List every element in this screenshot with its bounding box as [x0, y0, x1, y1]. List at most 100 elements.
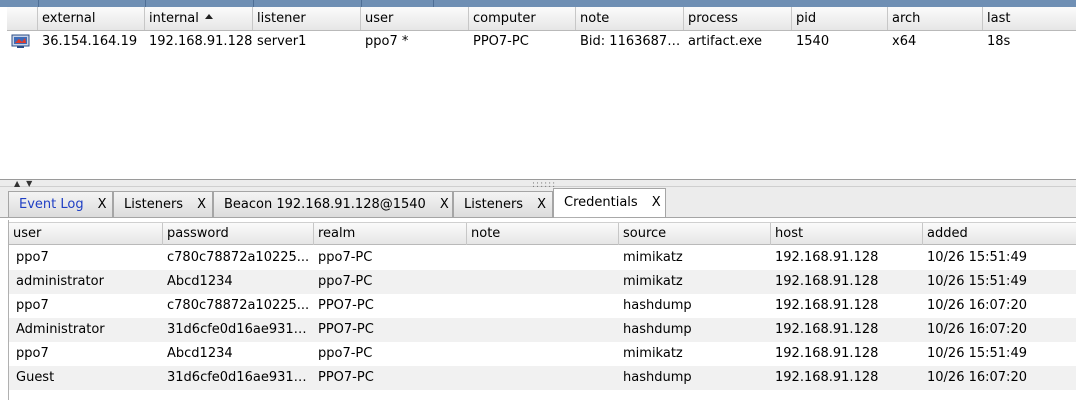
session-arch: x64 [892, 34, 917, 49]
column-header-icon[interactable] [7, 7, 38, 30]
credential-added: 10/26 16:07:20 [927, 370, 1027, 385]
credential-realm: PPO7-PC [318, 322, 374, 337]
credential-user: Guest [16, 370, 55, 385]
credential-realm: PPO7-PC [318, 370, 374, 385]
column-header-password[interactable]: password [163, 223, 314, 245]
sessions-table: external internal listener user computer… [7, 7, 1076, 179]
session-pid: 1540 [796, 34, 830, 49]
tab-event-log[interactable]: Event Log X [8, 191, 113, 217]
credential-source: mimikatz [623, 274, 683, 289]
credential-password: 31d6cfe0d16ae931b... [167, 322, 314, 337]
credential-note [467, 318, 619, 342]
credentials-table-header: user password realm note source host add… [9, 222, 1076, 245]
column-header-note[interactable]: note [467, 223, 619, 245]
tab-close-icon[interactable]: X [537, 197, 546, 212]
credential-added: 10/26 15:51:49 [927, 274, 1027, 289]
credential-password: Abcd1234 [167, 274, 233, 289]
credential-host: 192.168.91.128 [775, 274, 879, 289]
session-note: Bid: 1163687… [580, 34, 681, 49]
credential-note [467, 246, 619, 270]
credential-row[interactable]: ppo7 Abcd1234 ppo7-PC mimikatz 192.168.9… [9, 342, 1076, 366]
column-header-realm[interactable]: realm [314, 223, 467, 245]
credential-host: 192.168.91.128 [775, 298, 879, 313]
column-header-internal[interactable]: internal [145, 7, 253, 30]
column-header-process[interactable]: process [684, 7, 792, 30]
credential-added: 10/26 16:07:20 [927, 322, 1027, 337]
column-header-added[interactable]: added [923, 223, 1076, 245]
top-toolbar-strip [0, 0, 1076, 7]
tab-label: Listeners [464, 197, 524, 212]
sessions-table-header: external internal listener user computer… [7, 7, 1076, 31]
credential-note [467, 294, 619, 318]
credential-realm: ppo7-PC [318, 250, 373, 265]
session-process: artifact.exe [688, 34, 763, 49]
column-header-user[interactable]: user [361, 7, 469, 30]
column-header-arch[interactable]: arch [888, 7, 983, 30]
credential-password: 31d6cfe0d16ae931b... [167, 370, 314, 385]
tab-close-icon[interactable]: X [98, 197, 107, 212]
tab-beacon[interactable]: Beacon 192.168.91.128@1540 X [213, 191, 453, 217]
credential-source: hashdump [623, 370, 692, 385]
tab-baseline [0, 217, 1076, 218]
credential-source: mimikatz [623, 346, 683, 361]
credential-note [467, 366, 619, 390]
credential-host: 192.168.91.128 [775, 370, 879, 385]
tab-label: Listeners [124, 197, 184, 212]
column-header-user[interactable]: user [9, 223, 163, 245]
tab-label: Event Log [19, 197, 84, 212]
tab-close-icon[interactable]: X [440, 197, 449, 212]
beacon-session-icon [11, 34, 31, 49]
tab-label: Beacon 192.168.91.128@1540 [224, 197, 426, 212]
sort-ascending-icon [204, 14, 213, 19]
credential-password: c780c78872a10225... [167, 250, 310, 265]
column-header-computer[interactable]: computer [469, 7, 576, 30]
column-header-pid[interactable]: pid [792, 7, 888, 30]
column-header-source[interactable]: source [619, 223, 771, 245]
column-header-listener[interactable]: listener [253, 7, 361, 30]
credential-row[interactable]: ppo7 c780c78872a10225... ppo7-PC mimikat… [9, 246, 1076, 270]
credential-realm: ppo7-PC [318, 274, 373, 289]
tab-credentials[interactable]: Credentials X [553, 188, 666, 218]
tab-listeners-2[interactable]: Listeners X [453, 191, 553, 217]
column-header-note[interactable]: note [576, 7, 684, 30]
credential-user: administrator [16, 274, 104, 289]
tab-close-icon[interactable]: X [652, 195, 661, 210]
credential-row[interactable]: Administrator 31d6cfe0d16ae931b... PPO7-… [9, 318, 1076, 342]
credential-source: hashdump [623, 298, 692, 313]
credential-note [467, 342, 619, 366]
credential-host: 192.168.91.128 [775, 250, 879, 265]
credential-realm: ppo7-PC [318, 346, 373, 361]
credential-user: ppo7 [16, 298, 49, 313]
credential-source: mimikatz [623, 250, 683, 265]
credential-host: 192.168.91.128 [775, 322, 879, 337]
credential-source: hashdump [623, 322, 692, 337]
credential-row[interactable]: administrator Abcd1234 ppo7-PC mimikatz … [9, 270, 1076, 294]
session-listener: server1 [257, 34, 307, 49]
tab-listeners[interactable]: Listeners X [113, 191, 213, 217]
credential-row[interactable]: ppo7 c780c78872a10225... PPO7-PC hashdum… [9, 294, 1076, 318]
credential-password: c780c78872a10225... [167, 298, 310, 313]
column-header-last[interactable]: last [983, 7, 1076, 30]
session-user: ppo7 * [365, 34, 409, 49]
credential-user: ppo7 [16, 250, 49, 265]
credential-user: ppo7 [16, 346, 49, 361]
session-external-ip: 36.154.164.19 [42, 34, 138, 49]
credential-added: 10/26 15:51:49 [927, 346, 1027, 361]
credential-host: 192.168.91.128 [775, 346, 879, 361]
credential-user: Administrator [16, 322, 105, 337]
column-header-host[interactable]: host [771, 223, 923, 245]
tab-label: Credentials [564, 195, 638, 210]
session-row[interactable]: 36.154.164.19 192.168.91.128 server1 ppo… [7, 31, 1076, 53]
tab-close-icon[interactable]: X [197, 197, 206, 212]
credential-password: Abcd1234 [167, 346, 233, 361]
credential-row[interactable]: Guest 31d6cfe0d16ae931b... PPO7-PC hashd… [9, 366, 1076, 390]
credential-added: 10/26 16:07:20 [927, 298, 1027, 313]
column-header-external[interactable]: external [38, 7, 145, 30]
session-internal-ip: 192.168.91.128 [149, 34, 253, 49]
credential-realm: PPO7-PC [318, 298, 374, 313]
credential-added: 10/26 15:51:49 [927, 250, 1027, 265]
split-pane-divider[interactable]: ▲▼ :::::: [0, 179, 1076, 190]
session-last: 18s [987, 34, 1011, 49]
credential-note [467, 270, 619, 294]
tab-strip: Event Log X Listeners X Beacon 192.168.91.… [0, 187, 1076, 218]
